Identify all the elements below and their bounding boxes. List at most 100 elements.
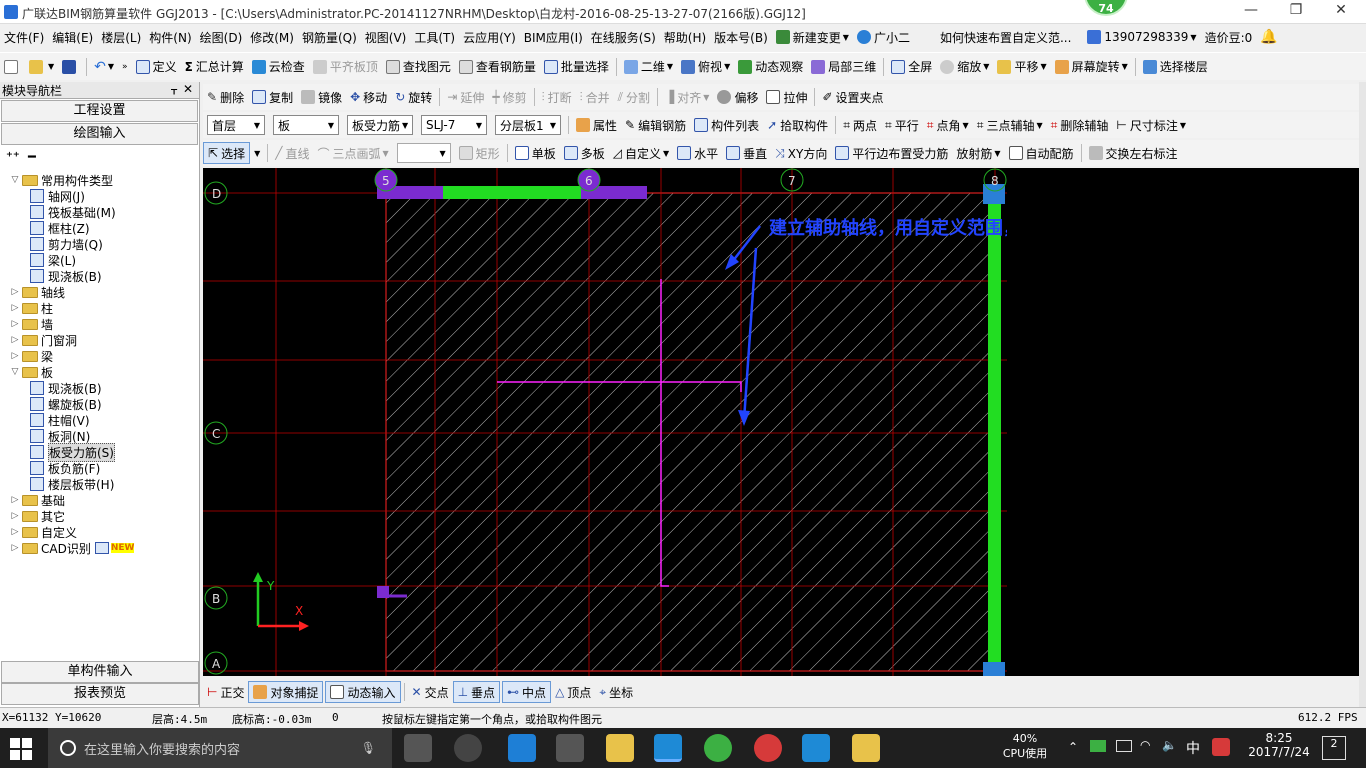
- expand-closed-icon[interactable]: ▷: [10, 303, 20, 313]
- menu-coins[interactable]: 造价豆:0: [1201, 24, 1257, 50]
- swap-labels-button[interactable]: 交换左右标注: [1085, 140, 1182, 166]
- rotate-button[interactable]: ↻ 旋转: [391, 84, 436, 110]
- select-dropdown[interactable]: ▼: [250, 140, 264, 166]
- nvidia-icon[interactable]: [1090, 740, 1106, 752]
- single-slab-button[interactable]: 单板: [511, 140, 560, 166]
- pan-dropdown[interactable]: 平移 ▼: [993, 53, 1050, 80]
- task-view-icon[interactable]: [404, 734, 432, 762]
- red-app-icon[interactable]: [754, 734, 782, 762]
- break-button[interactable]: ⫶ 打断: [538, 84, 576, 110]
- line-tool-button[interactable]: ╱ 直线: [271, 140, 313, 166]
- coordinate-snap[interactable]: ⌖ 坐标: [595, 679, 637, 705]
- menu-file[interactable]: 文件(F): [0, 24, 48, 50]
- windows-start-icon[interactable]: [10, 738, 32, 760]
- three-point-axis-dropdown[interactable]: ⌗ 三点辅轴 ▼: [973, 112, 1047, 138]
- drawing-canvas[interactable]: 建立辅助轴线，用自定义范围，XY方向 5 6 7 8 D C B A Y X: [203, 168, 1007, 676]
- multi-slab-button[interactable]: 多板: [560, 140, 609, 166]
- notes-app-icon[interactable]: [852, 734, 880, 762]
- copy-button[interactable]: 复制: [248, 84, 297, 110]
- batch-select-button[interactable]: 批量选择: [540, 53, 613, 80]
- delete-button[interactable]: ✎ 删除: [203, 84, 248, 110]
- properties-button[interactable]: 属性: [572, 112, 621, 138]
- tree-item[interactable]: ▷ 基础: [10, 492, 65, 508]
- collapse-all-icon[interactable]: ━: [28, 150, 36, 165]
- intersection-snap[interactable]: ✕ 交点: [408, 679, 453, 705]
- save-button[interactable]: [58, 53, 83, 80]
- chevron-up-icon[interactable]: ⌃: [1068, 740, 1078, 754]
- tree-item[interactable]: ▽ 常用构件类型: [10, 172, 113, 188]
- cloud-check-button[interactable]: 云检查: [248, 53, 309, 80]
- auto-rebar-button[interactable]: 自动配筋: [1005, 140, 1078, 166]
- microphone-icon[interactable]: 🎙: [361, 741, 376, 755]
- tree-item[interactable]: ▷ 自定义: [10, 524, 77, 540]
- tree-item[interactable]: ▷ 墙: [10, 316, 53, 332]
- local-3d-button[interactable]: 局部三维: [807, 53, 880, 80]
- drawing-input-tab[interactable]: 绘图输入: [1, 123, 198, 145]
- delete-aux-axis-button[interactable]: ⌗ 删除辅轴: [1047, 112, 1113, 138]
- tree-item[interactable]: ▽ 板: [10, 364, 53, 380]
- expand-closed-icon[interactable]: ▷: [10, 527, 20, 537]
- view-rebar-button[interactable]: 查看钢筋量: [455, 53, 540, 80]
- maximize-button[interactable]: ❐: [1276, 2, 1316, 20]
- summary-calc-button[interactable]: Σ 汇总计算: [181, 53, 248, 80]
- floor-select[interactable]: 首层 ▼: [207, 115, 265, 135]
- slab-region[interactable]: [385, 192, 996, 672]
- menu-bim[interactable]: BIM应用(I): [520, 24, 587, 50]
- select-tool-button[interactable]: ⇱ 选择: [203, 142, 251, 164]
- green-app-icon[interactable]: [704, 734, 732, 762]
- category-select[interactable]: 板 ▼: [273, 115, 339, 135]
- align-dropdown[interactable]: ▐ 对齐 ▼: [661, 84, 713, 110]
- tree-item[interactable]: 楼层板带(H): [30, 476, 114, 492]
- expand-all-icon[interactable]: ⁺⁺: [6, 150, 20, 165]
- radial-rebar-dropdown[interactable]: 放射筋 ▼: [952, 140, 1004, 166]
- xy-direction-button[interactable]: ⤨ XY方向: [771, 140, 831, 166]
- pin-icon[interactable]: ᚁ: [171, 82, 177, 96]
- set-grip-button[interactable]: ✐ 设置夹点: [818, 84, 887, 110]
- undo-button[interactable]: ↶ ▼: [90, 53, 118, 80]
- menu-cloud[interactable]: 云应用(Y): [459, 24, 520, 50]
- expand-closed-icon[interactable]: ▷: [10, 511, 20, 521]
- tree-item[interactable]: 轴网(J): [30, 188, 85, 204]
- clock[interactable]: 8:25 2017/7/24: [1244, 731, 1314, 759]
- screen-rotate-dropdown[interactable]: 屏幕旋转 ▼: [1051, 53, 1132, 80]
- arc-option-select[interactable]: ▼: [396, 143, 451, 163]
- menu-draw[interactable]: 绘图(D): [196, 24, 247, 50]
- new-file-button[interactable]: [0, 53, 25, 80]
- tree-item[interactable]: ▷ 梁: [10, 348, 53, 364]
- parallel-edge-rebar-button[interactable]: 平行边布置受力筋: [831, 140, 952, 166]
- open-file-button[interactable]: ▼: [25, 53, 58, 80]
- ime-indicator[interactable]: 中: [1186, 738, 1200, 758]
- custom-range-dropdown[interactable]: ◿ 自定义 ▼: [609, 140, 673, 166]
- zoom-dropdown[interactable]: 缩放 ▼: [936, 53, 993, 80]
- wifi-icon[interactable]: ◠: [1140, 738, 1150, 752]
- taskbar-search-box[interactable]: 在这里输入你要搜索的内容 🎙: [48, 728, 392, 768]
- edit-rebar-button[interactable]: ✎ 编辑钢筋: [621, 112, 690, 138]
- expand-closed-icon[interactable]: ▷: [10, 287, 20, 297]
- browser-360-icon[interactable]: [454, 734, 482, 762]
- menu-edit[interactable]: 编辑(E): [48, 24, 97, 50]
- vertex-snap[interactable]: △ 顶点: [551, 679, 595, 705]
- menu-modify[interactable]: 修改(M): [246, 24, 298, 50]
- canvas-empty-area[interactable]: [1007, 168, 1359, 676]
- cpu-monitor[interactable]: 40% CPU使用: [1000, 732, 1050, 761]
- cad-drawing[interactable]: 建立辅助轴线，用自定义范围，XY方向 5 6 7 8 D C B A Y X: [203, 168, 1007, 676]
- expand-open-icon[interactable]: ▽: [10, 175, 20, 185]
- column-bottom-right[interactable]: [983, 662, 1005, 676]
- find-element-button[interactable]: 查找图元: [382, 53, 455, 80]
- tree-item[interactable]: 板负筋(F): [30, 460, 100, 476]
- midpoint-snap[interactable]: ⊷ 中点: [502, 681, 552, 703]
- menu-help[interactable]: 帮助(H): [660, 24, 710, 50]
- tree-item[interactable]: ▷ 轴线: [10, 284, 65, 300]
- tree-item[interactable]: ▷ 其它: [10, 508, 65, 524]
- tree-item[interactable]: ▷ 门窗洞: [10, 332, 77, 348]
- top-view-dropdown[interactable]: 俯视 ▼: [677, 53, 734, 80]
- component-list-button[interactable]: 构件列表: [690, 112, 763, 138]
- tree-item[interactable]: 现浇板(B): [30, 268, 102, 284]
- wall-top[interactable]: [443, 186, 581, 199]
- menu-new-change[interactable]: 新建变更 ▼: [772, 24, 853, 50]
- view-2d-dropdown[interactable]: 二维 ▼: [620, 53, 677, 80]
- edge-browser-icon[interactable]: [508, 734, 536, 762]
- tree-item[interactable]: 螺旋板(B): [30, 396, 102, 412]
- tree-item[interactable]: ▷ CAD识别 NEW: [10, 540, 135, 556]
- define-button[interactable]: 定义: [132, 53, 181, 80]
